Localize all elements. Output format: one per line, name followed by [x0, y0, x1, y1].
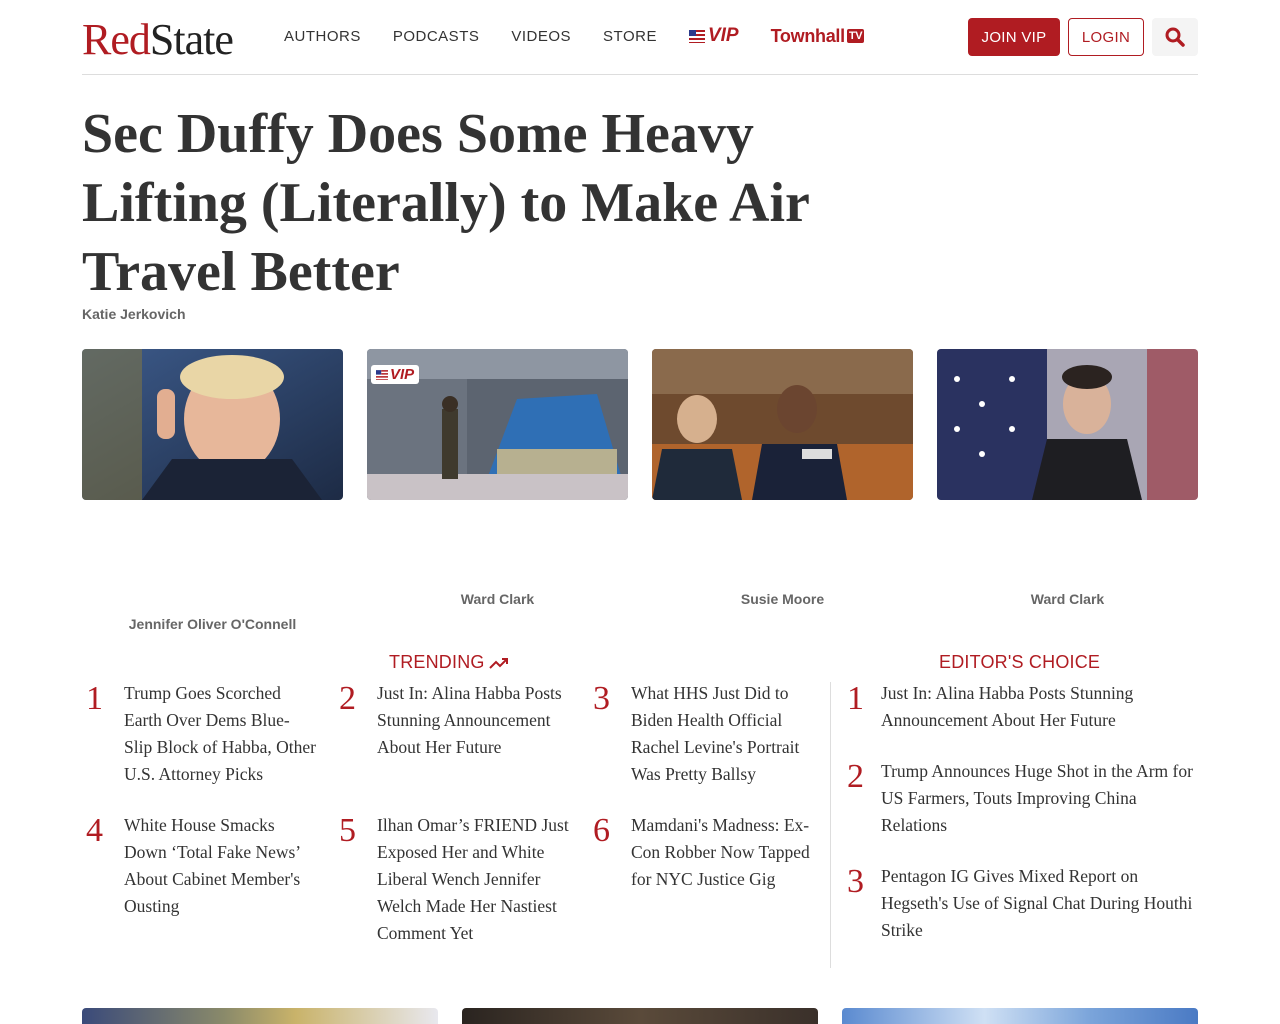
card-vip-label: VIP [390, 366, 415, 383]
bottom-card-image-1[interactable] [82, 1008, 438, 1024]
trending-number: 5 [339, 812, 356, 849]
card-vip-badge: VIP [371, 365, 420, 384]
nav-authors[interactable]: AUTHORS [284, 28, 361, 45]
search-icon [1165, 27, 1185, 47]
nav-vip-label: VIP [707, 25, 739, 46]
flag-icon [688, 29, 705, 43]
article-author[interactable]: Katie Jerkovich [82, 306, 186, 322]
trending-title-text[interactable]: Ilhan Omar’s FRIEND Just Exposed Her and… [377, 812, 569, 947]
tv-badge: TV [846, 29, 865, 43]
main-nav: AUTHORS PODCASTS VIDEOS STORE VIP Townha… [284, 25, 865, 47]
card-photo-4 [937, 349, 1198, 500]
trending-number: 1 [86, 680, 103, 717]
flag-icon [376, 369, 388, 380]
card-author-2[interactable]: Ward Clark [367, 591, 628, 607]
editors-number: 2 [847, 758, 864, 795]
login-button[interactable]: LOGIN [1068, 18, 1144, 56]
card-image-1[interactable] [82, 349, 343, 500]
editors-item-3[interactable]: 3 Pentagon IG Gives Mixed Report on Hegs… [847, 863, 1197, 944]
trending-title-text[interactable]: White House Smacks Down ‘Total Fake News… [124, 812, 316, 920]
editors-choice-title: EDITOR'S CHOICE [939, 652, 1101, 672]
site-header: Red State AUTHORS PODCASTS VIDEOS STORE V… [82, 0, 1198, 75]
card-photo-1 [82, 349, 343, 500]
card-author-4[interactable]: Ward Clark [937, 591, 1198, 607]
trending-number: 3 [593, 680, 610, 717]
nav-videos[interactable]: VIDEOS [511, 28, 571, 45]
trending-title-text[interactable]: Just In: Alina Habba Posts Stunning Anno… [377, 680, 569, 761]
editors-item-2[interactable]: 2 Trump Announces Huge Shot in the Arm f… [847, 758, 1197, 839]
editors-number: 3 [847, 863, 864, 900]
trending-item-3[interactable]: 3 What HHS Just Did to Biden Health Offi… [593, 680, 823, 788]
trending-title-text[interactable]: What HHS Just Did to Biden Health Offici… [631, 680, 823, 788]
editors-title-text[interactable]: Trump Announces Huge Shot in the Arm for… [881, 758, 1197, 839]
section-divider [830, 682, 831, 968]
join-vip-button[interactable]: JOIN VIP [968, 18, 1060, 56]
nav-townhall-tv[interactable]: Townhall TV [771, 26, 865, 47]
editors-number: 1 [847, 680, 864, 717]
article-headline[interactable]: Sec Duffy Does Some Heavy Lifting (Liter… [82, 100, 822, 307]
trending-up-icon [488, 657, 508, 669]
editors-title-text[interactable]: Pentagon IG Gives Mixed Report on Hegset… [881, 863, 1197, 944]
trending-number: 4 [86, 812, 103, 849]
bottom-card-image-3[interactable] [842, 1008, 1198, 1024]
card-author-1[interactable]: Jennifer Oliver O'Connell [82, 616, 343, 632]
nav-podcasts[interactable]: PODCASTS [393, 28, 480, 45]
card-image-4[interactable] [937, 349, 1198, 500]
logo-red: Red [82, 15, 151, 64]
card-image-3[interactable] [652, 349, 913, 500]
editors-choice-heading: EDITOR'S CHOICE [939, 652, 1100, 673]
nav-vip[interactable]: VIP [688, 25, 739, 47]
trending-title-text[interactable]: Trump Goes Scorched Earth Over Dems Blue… [124, 680, 316, 788]
site-logo[interactable]: Red State [82, 14, 234, 64]
trending-title: TRENDING [389, 652, 485, 672]
trending-title-text[interactable]: Mamdani's Madness: Ex-Con Robber Now Tap… [631, 812, 823, 893]
search-button[interactable] [1152, 18, 1198, 56]
trending-number: 6 [593, 812, 610, 849]
trending-item-1[interactable]: 1 Trump Goes Scorched Earth Over Dems Bl… [86, 680, 316, 788]
trending-item-4[interactable]: 4 White House Smacks Down ‘Total Fake Ne… [86, 812, 316, 920]
trending-number: 2 [339, 680, 356, 717]
townhall-label: Townhall [770, 25, 846, 46]
trending-item-6[interactable]: 6 Mamdani's Madness: Ex-Con Robber Now T… [593, 812, 823, 893]
logo-black: State [149, 15, 234, 64]
trending-item-2[interactable]: 2 Just In: Alina Habba Posts Stunning An… [339, 680, 569, 761]
card-image-2[interactable]: VIP [367, 349, 628, 500]
trending-item-5[interactable]: 5 Ilhan Omar’s FRIEND Just Exposed Her a… [339, 812, 569, 947]
card-author-3[interactable]: Susie Moore [652, 591, 913, 607]
trending-heading: TRENDING [389, 652, 509, 673]
card-photo-3 [652, 349, 913, 500]
editors-title-text[interactable]: Just In: Alina Habba Posts Stunning Anno… [881, 680, 1197, 734]
nav-store[interactable]: STORE [603, 28, 657, 45]
editors-item-1[interactable]: 1 Just In: Alina Habba Posts Stunning An… [847, 680, 1197, 734]
bottom-card-image-2[interactable] [462, 1008, 818, 1024]
